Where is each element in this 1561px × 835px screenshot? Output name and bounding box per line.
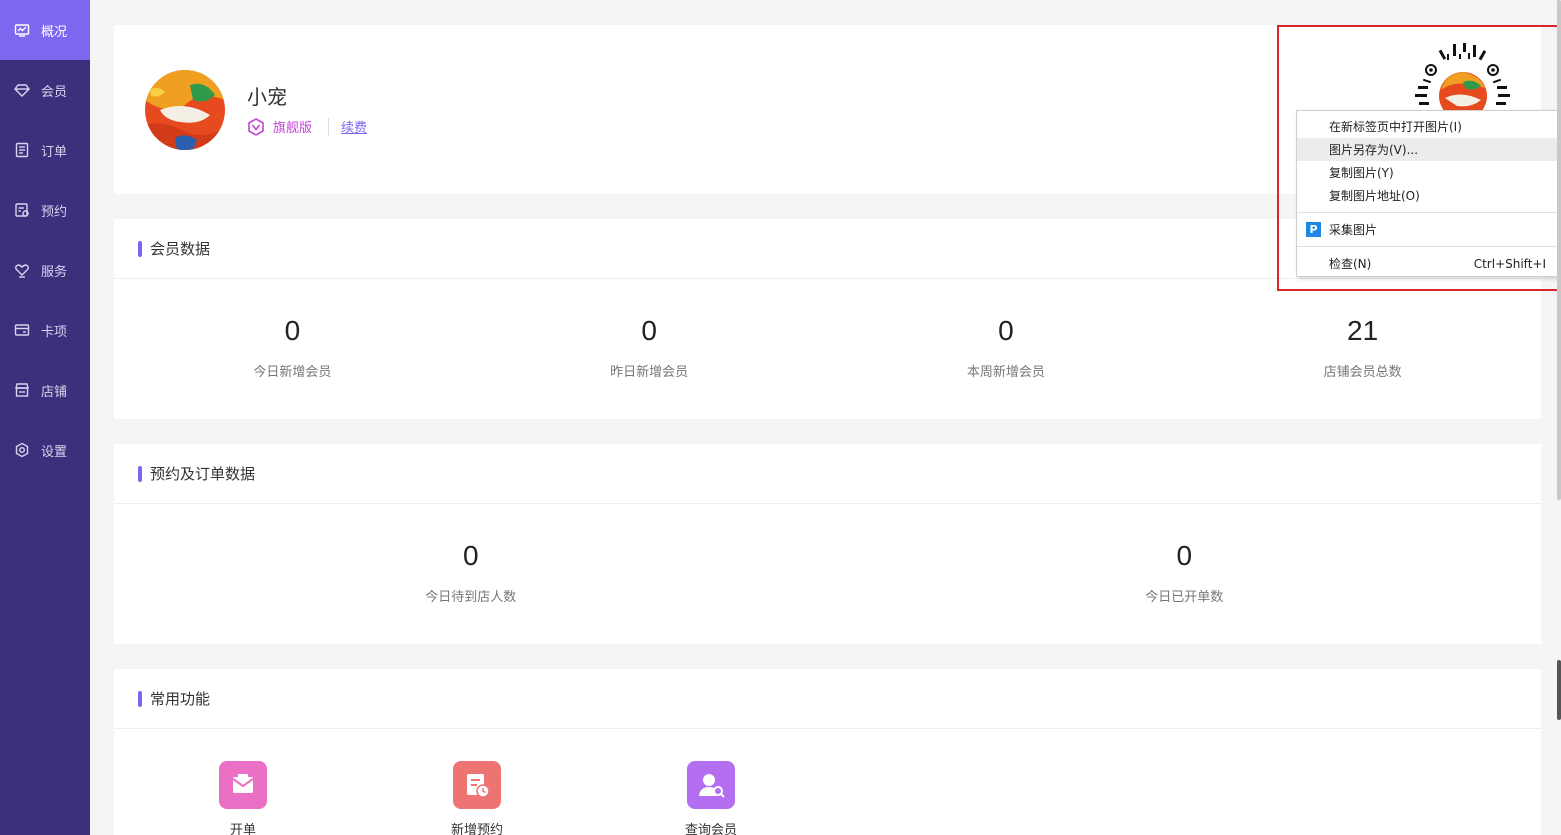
stat-value: 21 bbox=[1347, 315, 1379, 346]
sidebar-item-label: 卡项 bbox=[41, 324, 68, 340]
card-icon bbox=[13, 321, 31, 339]
section-title: 预约及订单数据 bbox=[114, 444, 1541, 504]
stat-label: 今日待到店人数 bbox=[425, 590, 517, 605]
booking-order-data-card: 预约及订单数据 0 今日待到店人数 0 今日已开单数 bbox=[114, 444, 1541, 644]
stat-today-pending-visitors[interactable]: 0 今日待到店人数 bbox=[114, 504, 828, 644]
menu-collect-image[interactable]: P 采集图片 bbox=[1297, 218, 1560, 241]
menu-inspect[interactable]: 检查(N) Ctrl+Shift+I bbox=[1297, 252, 1560, 275]
sidebar-item-label: 会员 bbox=[41, 84, 68, 100]
envelope-icon bbox=[219, 761, 267, 809]
stat-value: 0 bbox=[998, 315, 1014, 346]
function-label: 查询会员 bbox=[684, 823, 737, 835]
sidebar-item-label: 概况 bbox=[41, 24, 68, 40]
menu-separator bbox=[1297, 212, 1560, 213]
scroll-thumb[interactable] bbox=[1557, 0, 1561, 500]
renew-link[interactable]: 续费 bbox=[341, 117, 367, 136]
sidebar-item-label: 服务 bbox=[41, 264, 68, 280]
title-accent-bar bbox=[138, 690, 142, 707]
menu-item-label: 复制图片地址(O) bbox=[1329, 189, 1420, 203]
stat-week-new-members[interactable]: 0 本周新增会员 bbox=[828, 279, 1185, 419]
menu-item-label: 检查(N) bbox=[1329, 257, 1372, 271]
sidebar-item-label: 订单 bbox=[41, 144, 68, 160]
stat-today-orders[interactable]: 0 今日已开单数 bbox=[828, 504, 1542, 644]
stat-value: 0 bbox=[1176, 540, 1193, 571]
stat-value: 0 bbox=[284, 315, 301, 346]
menu-open-image-new-tab[interactable]: 在新标签页中打开图片(I) bbox=[1297, 115, 1560, 138]
scrollbar[interactable] bbox=[1556, 0, 1561, 835]
menu-shortcut: Ctrl+Shift+I bbox=[1473, 256, 1546, 271]
stat-yesterday-new-members[interactable]: 0 昨日新增会员 bbox=[471, 279, 828, 419]
title-accent-bar bbox=[138, 465, 142, 482]
section-title: 常用功能 bbox=[114, 669, 1541, 729]
stat-label: 今日新增会员 bbox=[253, 365, 332, 380]
stat-value: 0 bbox=[462, 540, 479, 571]
sidebar-item-settings[interactable]: 设置 bbox=[0, 420, 90, 480]
sidebar-item-store[interactable]: 店铺 bbox=[0, 360, 90, 420]
sidebar-item-services[interactable]: 服务 bbox=[0, 240, 90, 300]
divider bbox=[328, 117, 330, 136]
diamond-icon bbox=[13, 81, 31, 99]
monitor-icon bbox=[13, 21, 31, 39]
function-label: 开单 bbox=[229, 823, 256, 835]
common-functions-card: 常用功能 开单 新增预约 查询会员 bbox=[114, 669, 1541, 835]
menu-item-label: 在新标签页中打开图片(I) bbox=[1329, 120, 1462, 134]
sidebar-item-members[interactable]: 会员 bbox=[0, 60, 90, 120]
calendar-icon bbox=[13, 201, 31, 219]
sidebar-item-cards[interactable]: 卡项 bbox=[0, 300, 90, 360]
function-label: 新增预约 bbox=[450, 823, 503, 835]
section-title-text: 会员数据 bbox=[150, 240, 211, 258]
store-icon bbox=[13, 381, 31, 399]
stat-today-new-members[interactable]: 0 今日新增会员 bbox=[114, 279, 471, 419]
stat-label: 昨日新增会员 bbox=[610, 365, 689, 380]
list-icon bbox=[13, 141, 31, 159]
function-list: 开单 新增预约 查询会员 bbox=[114, 729, 1541, 835]
section-title-text: 预约及订单数据 bbox=[150, 465, 256, 483]
menu-copy-image-address[interactable]: 复制图片地址(O) bbox=[1297, 184, 1560, 207]
sidebar-item-orders[interactable]: 订单 bbox=[0, 120, 90, 180]
stat-label: 本周新增会员 bbox=[966, 365, 1045, 380]
hands-icon bbox=[13, 261, 31, 279]
sidebar-item-overview[interactable]: 概况 bbox=[0, 0, 90, 60]
title-accent-bar bbox=[138, 240, 142, 257]
new-booking-button[interactable]: 新增预约 bbox=[427, 761, 527, 835]
menu-item-label: 采集图片 bbox=[1329, 223, 1378, 237]
section-title-text: 常用功能 bbox=[150, 690, 211, 708]
gear-icon bbox=[13, 441, 31, 459]
scroll-marker bbox=[1557, 660, 1561, 720]
menu-item-label: 图片另存为(V)... bbox=[1329, 143, 1419, 157]
avatar bbox=[145, 70, 225, 150]
sidebar-item-label: 店铺 bbox=[41, 384, 68, 400]
stat-total-members[interactable]: 21 店铺会员总数 bbox=[1184, 279, 1541, 419]
stat-value: 0 bbox=[641, 315, 657, 346]
pinterest-p-icon: P bbox=[1306, 222, 1321, 237]
menu-copy-image[interactable]: 复制图片(Y) bbox=[1297, 161, 1560, 184]
stat-label: 店铺会员总数 bbox=[1323, 365, 1402, 380]
sidebar-item-label: 预约 bbox=[41, 204, 68, 220]
search-member-button[interactable]: 查询会员 bbox=[661, 761, 761, 835]
menu-separator bbox=[1297, 246, 1560, 247]
shop-name: 小宠 bbox=[247, 85, 287, 109]
sidebar: 概况 会员 订单 预约 服务 卡项 店铺 设置 bbox=[0, 0, 90, 835]
member-search-icon bbox=[687, 761, 735, 809]
open-order-button[interactable]: 开单 bbox=[193, 761, 293, 835]
booking-stats: 0 今日待到店人数 0 今日已开单数 bbox=[114, 504, 1541, 644]
sidebar-item-label: 设置 bbox=[41, 444, 68, 460]
edition-label: 旗舰版 bbox=[273, 121, 313, 136]
menu-item-label: 复制图片(Y) bbox=[1329, 166, 1394, 180]
booking-form-icon bbox=[453, 761, 501, 809]
sidebar-item-booking[interactable]: 预约 bbox=[0, 180, 90, 240]
context-menu: 在新标签页中打开图片(I) 图片另存为(V)... 复制图片(Y) 复制图片地址… bbox=[1296, 110, 1561, 277]
stat-label: 今日已开单数 bbox=[1145, 590, 1224, 605]
menu-save-image-as[interactable]: 图片另存为(V)... bbox=[1297, 138, 1560, 161]
edition-row: 旗舰版 续费 bbox=[247, 117, 367, 136]
member-stats: 0 今日新增会员 0 昨日新增会员 0 本周新增会员 21 店铺会员总数 bbox=[114, 279, 1541, 419]
edition-badge-icon bbox=[248, 117, 264, 136]
